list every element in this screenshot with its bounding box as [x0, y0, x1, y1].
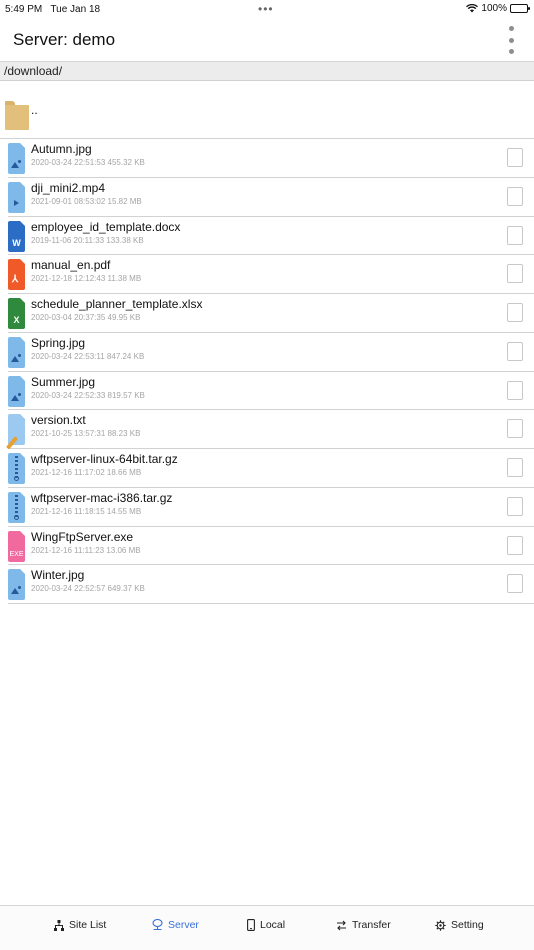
gear-icon — [435, 919, 446, 931]
tab-setting[interactable]: Setting — [435, 919, 484, 931]
file-name: Winter.jpg — [31, 568, 85, 583]
video-file-icon — [8, 181, 25, 213]
tab-local[interactable]: Local — [247, 919, 285, 931]
file-metadata: 2020-03-24 22:51:53 455.32 KB — [31, 158, 145, 167]
parent-directory-row[interactable]: .. — [0, 81, 534, 139]
page-title: Server: demo — [13, 30, 116, 49]
file-metadata: 2021-09-01 08:53:02 15.82 MB — [31, 196, 142, 206]
file-metadata: 2021-10-25 13:57:31 88.23 KB — [31, 429, 141, 439]
navigation-bar: Server: demo — [0, 20, 534, 62]
file-row[interactable]: Xschedule_planner_template.xlsx 2020-03-0… — [8, 294, 534, 333]
text-file-icon — [6, 414, 25, 450]
file-metadata: 2021-12-16 11:17:02 18.66 MB — [31, 468, 142, 477]
wifi-icon — [466, 4, 479, 13]
tab-label: Setting — [451, 919, 484, 931]
file-row[interactable]: Wemployee_id_template.docx 2019-11-06 20:… — [8, 217, 534, 256]
archive-file-icon — [8, 491, 25, 523]
battery-icon — [510, 4, 530, 13]
select-checkbox[interactable] — [507, 303, 523, 322]
current-path: /download/ — [0, 62, 534, 81]
file-list: Autumn.jpg 2020-03-24 22:51:53 455.32 KB d… — [0, 139, 534, 604]
file-name: WingFtpServer.exe — [31, 529, 134, 544]
file-row[interactable]: wftpserver-linux-64bit.tar.gz 2021-12-16 … — [8, 449, 534, 488]
tab-transfer[interactable]: Transfer — [336, 919, 391, 931]
select-checkbox[interactable] — [507, 419, 523, 439]
select-checkbox[interactable] — [507, 496, 523, 516]
word-file-icon: W — [8, 220, 25, 252]
archive-file-icon — [8, 453, 25, 484]
phone-icon — [247, 919, 255, 931]
file-name: schedule_planner_template.xlsx — [31, 297, 203, 311]
parent-directory-label: .. — [31, 103, 38, 117]
select-checkbox[interactable] — [507, 574, 523, 594]
file-name: employee_id_template.docx — [31, 219, 181, 234]
select-checkbox[interactable] — [507, 148, 523, 167]
image-file-icon — [8, 336, 25, 368]
folder-icon — [5, 101, 29, 130]
select-checkbox[interactable] — [507, 458, 523, 477]
file-type-glyph: EXE — [9, 550, 24, 558]
file-name: Autumn.jpg — [31, 142, 92, 156]
file-row[interactable]: Spring.jpg 2020-03-24 22:53:11 847.24 KB — [8, 333, 534, 372]
image-file-icon — [8, 569, 25, 601]
file-metadata: 2020-03-24 22:52:33 819.57 KB — [31, 390, 145, 400]
multitasking-dots-icon[interactable]: ••• — [258, 2, 274, 16]
file-metadata: 2021-12-16 11:18:15 14.55 MB — [31, 506, 142, 516]
select-checkbox[interactable] — [507, 264, 523, 284]
file-row[interactable]: Autumn.jpg 2020-03-24 22:51:53 455.32 KB — [8, 139, 534, 178]
tab-site-list[interactable]: Site List — [54, 919, 106, 931]
file-name: dji_mini2.mp4 — [31, 180, 106, 195]
file-metadata: 2020-03-24 22:53:11 847.24 KB — [31, 351, 145, 361]
tab-label: Local — [260, 919, 286, 931]
transfer-arrows-icon — [337, 920, 346, 930]
file-type-glyph: X — [13, 315, 20, 325]
file-metadata: 2021-12-16 11:11:23 13.06 MB — [31, 545, 141, 555]
file-name: version.txt — [31, 413, 86, 428]
image-file-icon — [8, 375, 25, 407]
bottom-tab-bar: Site List Server Local Transfer Setting — [0, 905, 534, 950]
file-row[interactable]: wftpserver-mac-i386.tar.gz 2021-12-16 11:… — [8, 488, 534, 527]
image-file-icon — [8, 143, 25, 174]
file-row[interactable]: Winter.jpg 2020-03-24 22:52:57 649.37 KB — [8, 565, 534, 604]
file-name: Spring.jpg — [31, 335, 86, 350]
status-time: 5:49 PM Tue Jan 18 — [5, 4, 101, 15]
file-row[interactable]: Summer.jpg 2020-03-24 22:52:33 819.57 KB — [8, 372, 534, 411]
server-icon — [152, 919, 163, 931]
file-metadata: 2019-11-06 20:11:33 133.38 KB — [31, 235, 144, 245]
file-metadata: 2021-12-18 12:12:43 11.38 MB — [31, 274, 142, 284]
tab-label: Site List — [69, 919, 107, 931]
select-checkbox[interactable] — [507, 225, 523, 245]
status-bar: 5:49 PM Tue Jan 18 ••• 100% — [0, 0, 534, 20]
select-checkbox[interactable] — [507, 380, 523, 400]
file-name: manual_en.pdf — [31, 258, 111, 273]
file-row[interactable]: ⅄ manual_en.pdf 2021-12-18 12:12:43 11.38 … — [8, 255, 534, 294]
tab-label: Server — [168, 919, 199, 931]
tab-label: Transfer — [352, 919, 391, 931]
file-type-glyph: W — [12, 237, 21, 248]
file-row[interactable]: version.txt 2021-10-25 13:57:31 88.23 KB — [6, 410, 534, 450]
tab-server[interactable]: Server — [152, 919, 199, 931]
select-checkbox[interactable] — [507, 341, 523, 361]
file-metadata: 2020-03-24 22:52:57 649.37 KB — [31, 584, 145, 594]
more-options-icon[interactable] — [506, 24, 516, 56]
excel-file-icon: X — [8, 298, 25, 329]
select-checkbox[interactable] — [507, 186, 523, 206]
exe-file-icon: EXE — [8, 530, 25, 562]
file-name: Summer.jpg — [31, 374, 96, 389]
battery-percent: 100% — [481, 3, 507, 14]
file-row[interactable]: dji_mini2.mp4 2021-09-01 08:53:02 15.82 M… — [8, 178, 534, 217]
file-name: wftpserver-linux-64bit.tar.gz — [31, 452, 178, 466]
file-metadata: 2020-03-04 20:37:35 49.95 KB — [31, 313, 141, 322]
pdf-file-icon: ⅄ — [8, 259, 25, 291]
file-name: wftpserver-mac-i386.tar.gz — [31, 490, 173, 505]
select-checkbox[interactable] — [507, 535, 523, 555]
sitemap-icon — [54, 919, 64, 931]
file-row[interactable]: EXE WingFtpServer.exe 2021-12-16 11:11:23 … — [8, 527, 534, 566]
status-right: 100% — [466, 3, 530, 14]
